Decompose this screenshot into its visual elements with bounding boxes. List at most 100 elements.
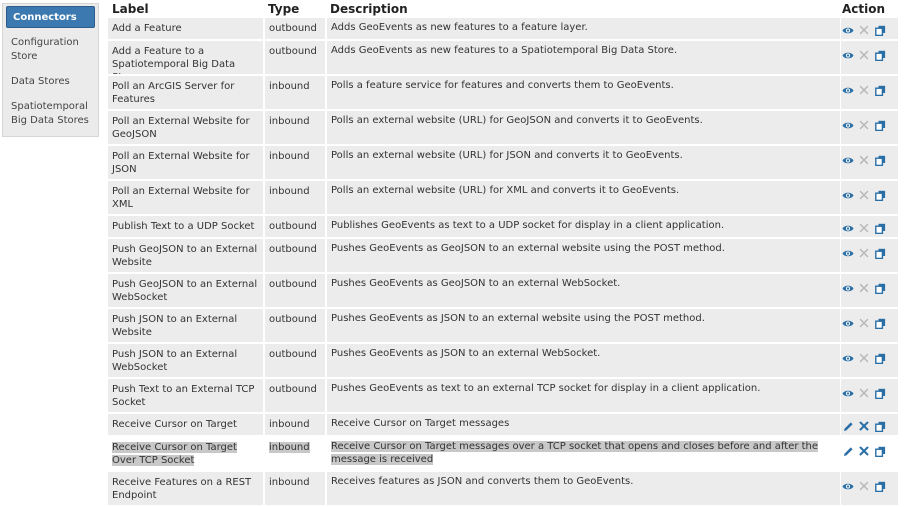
close-icon[interactable] [858,84,870,96]
table-row[interactable]: Push Text to an External TCP Socket outbo… [108,379,898,414]
cell-type: outbound [265,309,325,342]
row-type: inbound [269,151,310,162]
cell-description: Pushes GeoEvents as JSON to an external … [327,309,840,342]
row-description: Polls an external website (URL) for XML … [331,185,680,196]
cell-type: outbound [265,239,325,272]
close-icon[interactable] [858,317,870,329]
copy-icon[interactable] [874,352,886,364]
copy-icon[interactable] [874,317,886,329]
header-label[interactable]: Label [112,2,149,16]
copy-icon[interactable] [874,154,886,166]
table-row[interactable]: Push JSON to an External Website outbound… [108,309,898,344]
cell-type: inbound [265,76,325,109]
eye-icon[interactable] [842,154,854,166]
sidebar-item-data-stores[interactable]: Data Stores [3,75,98,89]
copy-icon[interactable] [874,445,886,457]
table-row[interactable]: Poll an ArcGIS Server for Features inboun… [108,76,898,111]
row-label: Add a Feature to a Spatiotemporal Big Da… [112,46,236,74]
table-row[interactable]: Poll an External Website for XML inbound P… [108,181,898,216]
copy-icon[interactable] [874,84,886,96]
copy-icon[interactable] [874,49,886,61]
cell-action [841,216,898,237]
eye-icon[interactable] [842,352,854,364]
cell-action [841,414,898,435]
cell-description: Polls an external website (URL) for JSON… [327,146,840,179]
cell-action [841,76,898,109]
header-type[interactable]: Type [268,2,299,16]
cell-description: Pushes GeoEvents as JSON to an external … [327,344,840,377]
table-row[interactable]: Receive Cursor on Target inbound Receive C… [108,414,898,437]
cell-label: Push GeoJSON to an External WebSocket [108,274,263,307]
sidebar-item-spatiotemporal-big-data-stores[interactable]: Spatiotemporal Big Data Stores [3,100,98,128]
cell-description: Polls an external website (URL) for XML … [327,181,840,214]
pencil-icon[interactable] [842,420,854,432]
copy-icon[interactable] [874,24,886,36]
eye-icon[interactable] [842,222,854,234]
row-label: Receive Cursor on Target [112,419,237,430]
table-row[interactable]: Publish Text to a UDP Socket outbound Publ… [108,216,898,239]
cell-description: Publishes GeoEvents as text to a UDP soc… [327,216,840,237]
table-row[interactable]: Push GeoJSON to an External Website outbo… [108,239,898,274]
cell-type: inbound [265,181,325,214]
copy-icon[interactable] [874,420,886,432]
eye-icon[interactable] [842,282,854,294]
table-row[interactable]: Add a Feature outbound Adds GeoEvents as n… [108,18,898,41]
cell-description: Polls a feature service for features and… [327,76,840,109]
table-row[interactable]: Push JSON to an External WebSocket outbou… [108,344,898,379]
table-body: Add a Feature outbound Adds GeoEvents as n… [108,18,898,507]
close-icon[interactable] [858,247,870,259]
cell-label: Poll an ArcGIS Server for Features [108,76,263,109]
row-label: Push JSON to an External WebSocket [112,349,238,373]
pencil-icon[interactable] [842,445,854,457]
cell-description: Pushes GeoEvents as GeoJSON to an extern… [327,274,840,307]
row-type: inbound [269,442,310,453]
row-label: Publish Text to a UDP Socket [112,221,255,232]
row-type: outbound [269,314,317,325]
close-icon[interactable] [858,154,870,166]
close-icon[interactable] [858,352,870,364]
cell-label: Receive Cursor on Target Over TCP Socket [108,437,263,470]
table-row[interactable]: Poll an External Website for GeoJSON inbo… [108,111,898,146]
close-icon[interactable] [858,222,870,234]
header-description[interactable]: Description [330,2,408,16]
eye-icon[interactable] [842,119,854,131]
table-row[interactable]: Receive Cursor on Target Over TCP Socket… [108,437,898,472]
table-row[interactable]: Add a Feature to a Spatiotemporal Big Da… [108,41,898,76]
copy-icon[interactable] [874,387,886,399]
sidebar-item-connectors[interactable]: Connectors [6,6,95,28]
eye-icon[interactable] [842,24,854,36]
copy-icon[interactable] [874,119,886,131]
table-row[interactable]: Receive Features on a REST Endpoint inbou… [108,472,898,507]
close-icon[interactable] [858,445,870,457]
close-icon[interactable] [858,24,870,36]
cell-type: inbound [265,146,325,179]
copy-icon[interactable] [874,282,886,294]
cell-type: inbound [265,414,325,435]
copy-icon[interactable] [874,189,886,201]
eye-icon[interactable] [842,247,854,259]
table-row[interactable]: Poll an External Website for JSON inbound… [108,146,898,181]
row-description: Adds GeoEvents as new features to a feat… [331,22,588,33]
row-description: Adds GeoEvents as new features to a Spat… [331,45,678,56]
close-icon[interactable] [858,282,870,294]
eye-icon[interactable] [842,49,854,61]
close-icon[interactable] [858,119,870,131]
row-label: Receive Cursor on Target Over TCP Socket [112,442,237,466]
eye-icon[interactable] [842,189,854,201]
cell-type: inbound [265,472,325,505]
close-icon[interactable] [858,189,870,201]
eye-icon[interactable] [842,317,854,329]
close-icon[interactable] [858,387,870,399]
sidebar-item-configuration-store[interactable]: Configuration Store [3,36,98,64]
cell-action [841,309,898,342]
row-description: Receive Cursor on Target messages [331,418,510,429]
row-type: inbound [269,116,310,127]
close-icon[interactable] [858,49,870,61]
table-row[interactable]: Push GeoJSON to an External WebSocket out… [108,274,898,309]
eye-icon[interactable] [842,84,854,96]
copy-icon[interactable] [874,247,886,259]
close-icon[interactable] [858,420,870,432]
cell-label: Push JSON to an External WebSocket [108,344,263,377]
eye-icon[interactable] [842,387,854,399]
copy-icon[interactable] [874,222,886,234]
